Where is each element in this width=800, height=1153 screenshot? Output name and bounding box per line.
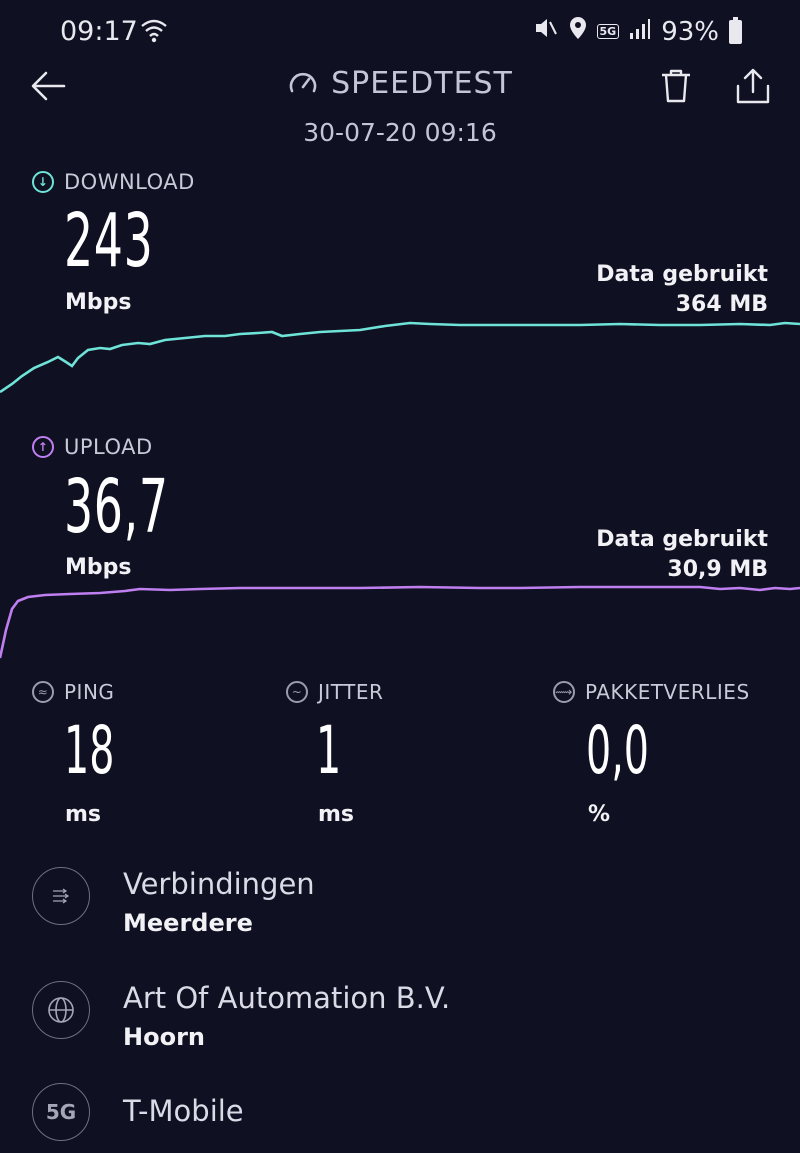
connections-icon xyxy=(32,867,90,925)
battery-icon xyxy=(729,16,742,44)
provider-row: 5G xyxy=(32,1083,90,1141)
download-data-used-label: Data gebruikt xyxy=(596,262,768,287)
packet-loss-value: 0,0 xyxy=(586,712,649,789)
packet-loss-label-row: ⟿ PAKKETVERLIES xyxy=(553,680,750,704)
connections-row xyxy=(32,867,90,925)
signal-icon xyxy=(629,17,651,47)
upload-data-used-label: Data gebruikt xyxy=(596,527,768,552)
mute-icon xyxy=(533,16,559,47)
packet-loss-unit: % xyxy=(588,802,611,827)
provider-title: T-Mobile xyxy=(123,1094,244,1128)
jitter-unit: ms xyxy=(318,802,355,827)
server-subtitle: Hoorn xyxy=(123,1023,205,1051)
download-label-row: ↓ DOWNLOAD xyxy=(32,170,195,194)
ping-label: PING xyxy=(64,680,115,704)
connections-title: Verbindingen xyxy=(123,867,315,901)
upload-graph xyxy=(0,585,800,659)
download-graph xyxy=(0,321,800,394)
upload-icon: ↑ xyxy=(32,436,54,458)
ping-icon: ≈ xyxy=(32,681,54,703)
download-value: 243 xyxy=(64,198,154,284)
test-datetime: 30-07-20 09:16 xyxy=(303,118,497,147)
trash-icon xyxy=(662,69,690,103)
upload-line xyxy=(0,585,800,659)
5g-icon: 5G xyxy=(32,1083,90,1141)
delete-button[interactable] xyxy=(658,66,694,106)
packet-loss-label: PAKKETVERLIES xyxy=(585,680,750,704)
page-title: SPEEDTEST xyxy=(331,66,513,101)
ping-value: 18 xyxy=(64,712,115,789)
packet-loss-icon: ⟿ xyxy=(553,681,575,703)
share-button[interactable] xyxy=(734,66,772,106)
download-label: DOWNLOAD xyxy=(64,170,195,194)
globe-icon xyxy=(32,981,90,1039)
upload-label-row: ↑ UPLOAD xyxy=(32,435,153,459)
jitter-icon: ~ xyxy=(286,681,308,703)
jitter-label: JITTER xyxy=(318,680,384,704)
connections-subtitle: Meerdere xyxy=(123,909,253,937)
wifi-icon xyxy=(140,18,168,48)
gauge-icon xyxy=(289,72,317,92)
ping-unit: ms xyxy=(65,802,102,827)
download-line xyxy=(0,321,800,394)
status-time: 09:17 xyxy=(60,16,138,47)
server-row[interactable] xyxy=(32,981,90,1039)
upload-label: UPLOAD xyxy=(64,435,153,459)
jitter-label-row: ~ JITTER xyxy=(286,680,383,704)
battery-percent: 93% xyxy=(661,16,719,47)
location-icon xyxy=(569,16,587,47)
share-icon xyxy=(736,68,770,104)
jitter-value: 1 xyxy=(316,712,342,789)
status-icons: 5G 93% xyxy=(533,16,742,47)
server-title: Art Of Automation B.V. xyxy=(123,981,451,1015)
download-icon: ↓ xyxy=(32,171,54,193)
upload-value: 36,7 xyxy=(64,464,169,550)
ping-label-row: ≈ PING xyxy=(32,680,114,704)
5g-network-icon: 5G xyxy=(596,24,620,39)
